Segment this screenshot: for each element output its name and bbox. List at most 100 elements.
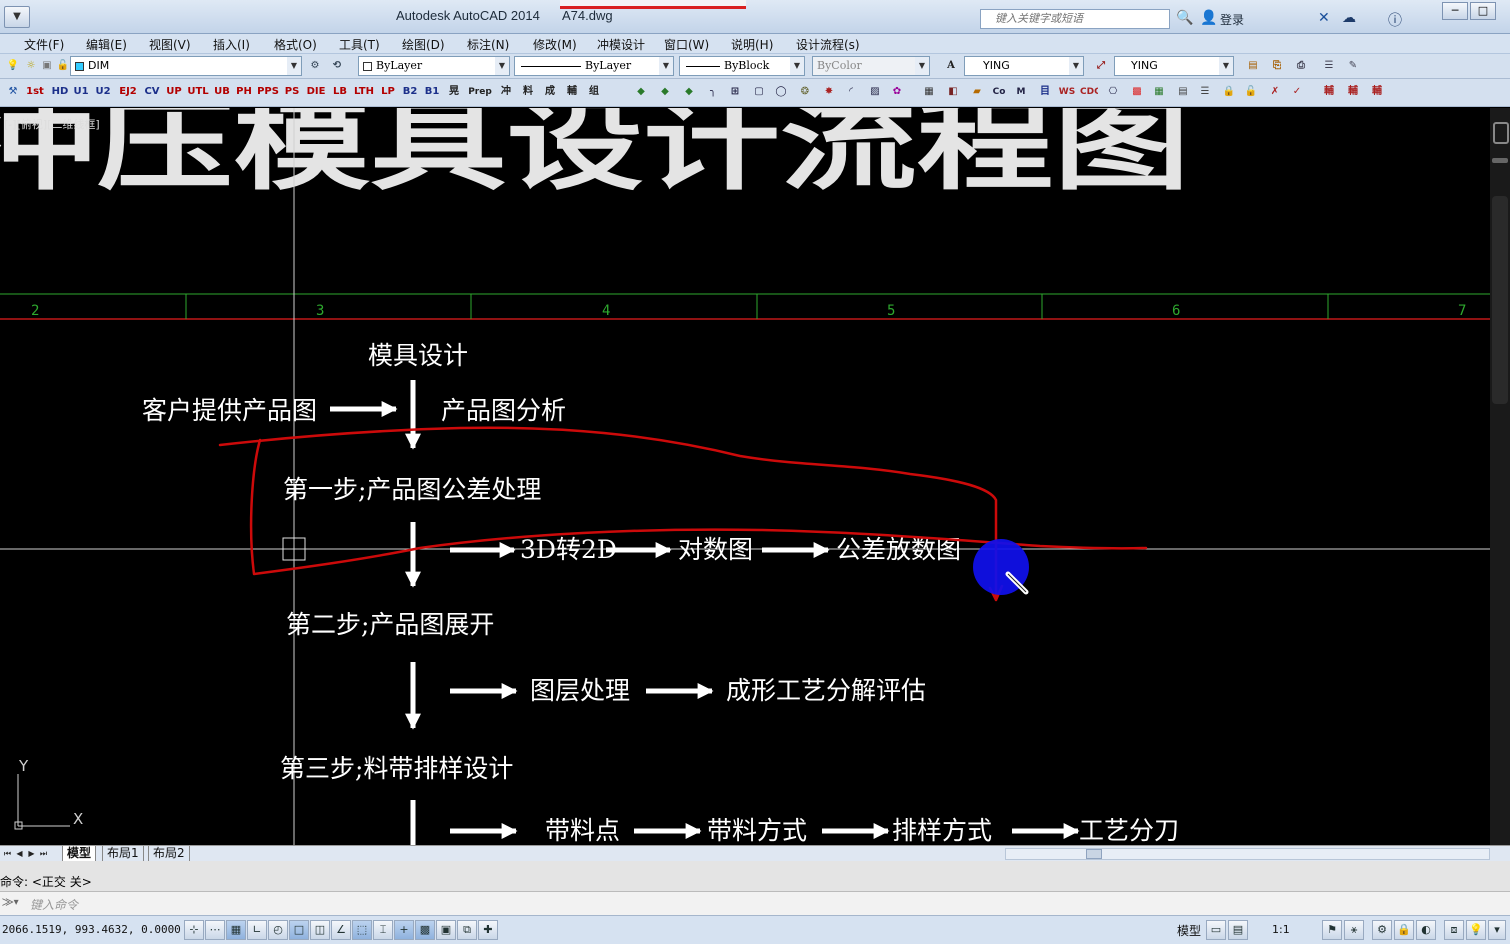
menu-edit[interactable]: 编辑(E) [86, 36, 127, 53]
light-bulb-icon[interactable]: 💡 [1466, 920, 1486, 940]
folder-icon[interactable]: ▰ [968, 83, 986, 101]
menu-draw[interactable]: 绘图(D) [402, 36, 445, 53]
tool-utl-button[interactable]: UTL [186, 83, 210, 101]
draw-tool-c-icon[interactable]: ◆ [680, 83, 698, 101]
horizontal-scrollbar[interactable] [1005, 848, 1490, 860]
toolbar-lock-icon[interactable]: 🔒 [1394, 920, 1414, 940]
linetype-dropdown[interactable]: ByLayer ▼ [514, 56, 674, 76]
tool-punch-button[interactable]: 冲 [496, 83, 516, 101]
model-space-label[interactable]: 模型 [1177, 922, 1201, 939]
mirror-icon[interactable]: M [1012, 83, 1030, 101]
table-style-icon[interactable]: ▤ [1244, 57, 1262, 75]
tool-prep-button[interactable]: Prep [466, 83, 494, 101]
3d-object-snap-icon[interactable]: ◫ [310, 920, 330, 940]
tool-forming-button[interactable]: 成 [540, 83, 560, 101]
viewport-controls-label[interactable]: [-][俯视][二维线框] [4, 116, 100, 132]
rectangle-icon[interactable]: ▢ [750, 83, 768, 101]
scrollbar-thumb[interactable] [1086, 849, 1102, 859]
ws-icon[interactable]: WS [1058, 83, 1076, 101]
grid-display-icon[interactable]: ▦ [226, 920, 246, 940]
hatch-icon[interactable]: ▨ [866, 83, 884, 101]
object-snap-icon[interactable]: □ [289, 920, 309, 940]
match-properties-icon[interactable]: ✎ [1344, 57, 1362, 75]
tool-lth-button[interactable]: LTH [352, 83, 376, 101]
menu-die-design[interactable]: 冲模设计 [597, 36, 645, 53]
layer-dropdown[interactable]: DIM ▼ [70, 56, 302, 76]
autodesk-360-icon[interactable]: ☁ [1342, 10, 1356, 26]
text-style-dropdown[interactable]: YING ▼ [964, 56, 1084, 76]
tool-show-button[interactable]: 晃 [444, 83, 464, 101]
menu-design-flow[interactable]: 设计流程(s) [796, 36, 860, 53]
menu-tools[interactable]: 工具(T) [339, 36, 380, 53]
fillet-icon[interactable]: ╮ [704, 83, 722, 101]
tool-material-button[interactable]: 料 [518, 83, 538, 101]
tool-ph-button[interactable]: PH [234, 83, 254, 101]
annotation-visibility-icon[interactable]: ⚑ [1322, 920, 1342, 940]
assist-tool-2-icon[interactable]: 輔 [1344, 83, 1362, 101]
transparency-icon[interactable]: ▩ [415, 920, 435, 940]
help-icon[interactable]: ⓘ [1388, 10, 1402, 30]
tool-ps-button[interactable]: PS [282, 83, 302, 101]
binoculars-icon[interactable]: 🔍 [1176, 10, 1193, 26]
polar-tracking-icon[interactable]: ◴ [268, 920, 288, 940]
plot-icon[interactable]: ⎙ [1292, 57, 1310, 75]
command-prompt-icon[interactable]: ⨠▾ [2, 897, 19, 908]
block-icon[interactable]: ▦ [920, 83, 938, 101]
snap-mode-icon[interactable]: ⋯ [205, 920, 225, 940]
tool-b1-button[interactable]: B1 [422, 83, 442, 101]
tool-hd-button[interactable]: HD [50, 83, 70, 101]
exchange-icon[interactable]: ✕ [1318, 10, 1330, 26]
tool-die-button[interactable]: DIE [304, 83, 328, 101]
offset-icon[interactable]: ❂ [796, 83, 814, 101]
layout-model-icon[interactable]: ▭ [1206, 920, 1226, 940]
lineweight-display-icon[interactable]: + [394, 920, 414, 940]
unlock-icon[interactable]: 🔓 [1242, 83, 1260, 101]
draw-tool-a-icon[interactable]: ◆ [632, 83, 650, 101]
tool-ej2-button[interactable]: EJ2 [116, 83, 140, 101]
restore-button[interactable]: □ [1470, 2, 1496, 20]
user-icon[interactable]: 👤 [1200, 10, 1217, 26]
first-tab-icon[interactable]: ⏮ [2, 847, 13, 860]
layer-on-icon[interactable]: 💡 [4, 57, 22, 75]
circle-icon[interactable]: ◯ [772, 83, 790, 101]
tool-y-icon[interactable]: ✓ [1288, 83, 1306, 101]
dimension-style-icon[interactable]: ⤢ [1092, 57, 1110, 75]
minimize-button[interactable]: ─ [1442, 2, 1468, 20]
tool-assist-button[interactable]: 輔 [562, 83, 582, 101]
application-menu-button[interactable]: ▼ [4, 6, 30, 28]
lineweight-dropdown[interactable]: ByBlock ▼ [679, 56, 805, 76]
draw-tool-b-icon[interactable]: ◆ [656, 83, 674, 101]
menu-insert[interactable]: 插入(I) [213, 36, 250, 53]
layer-previous-icon[interactable]: ⟲ [328, 57, 346, 75]
annotation-monitor-icon[interactable]: ✚ [478, 920, 498, 940]
trim-icon[interactable]: ⊞ [726, 83, 744, 101]
ortho-mode-icon[interactable]: ∟ [247, 920, 267, 940]
dynamic-ucs-icon[interactable]: ⬚ [352, 920, 372, 940]
dimension-style-dropdown[interactable]: YING ▼ [1114, 56, 1234, 76]
menu-file[interactable]: 文件(F) [24, 36, 64, 53]
tab-layout1[interactable]: 布局1 [102, 846, 144, 862]
tab-model[interactable]: 模型 [62, 846, 97, 862]
assist-tool-3-icon[interactable]: 輔 [1368, 83, 1386, 101]
selection-cycling-icon[interactable]: ⧉ [457, 920, 477, 940]
dynamic-input-icon[interactable]: ⌶ [373, 920, 393, 940]
status-menu-icon[interactable]: ▾ [1488, 920, 1506, 940]
color-palette-icon[interactable]: ▩ [1128, 83, 1146, 101]
auto-scale-icon[interactable]: ⚹ [1344, 920, 1364, 940]
coordinate-readout[interactable]: 2066.1519, 993.4632, 0.0000 [2, 923, 181, 936]
stack-icon[interactable]: ☰ [1196, 83, 1214, 101]
color-dropdown[interactable]: ByLayer ▼ [358, 56, 510, 76]
tool-lp-button[interactable]: LP [378, 83, 398, 101]
menu-help[interactable]: 说明(H) [731, 36, 773, 53]
menu-modify[interactable]: 修改(M) [533, 36, 577, 53]
next-tab-icon[interactable]: ▶ [26, 847, 37, 860]
viewcube-icon[interactable] [1493, 122, 1509, 144]
text-style-icon[interactable]: A [942, 57, 960, 75]
table-icon[interactable]: ▤ [1174, 83, 1192, 101]
hardware-acceleration-icon[interactable]: ◐ [1416, 920, 1436, 940]
drawing-setup-icon[interactable]: ⚒ [4, 83, 22, 101]
grid-color-icon[interactable]: ▦ [1150, 83, 1168, 101]
search-input[interactable] [980, 9, 1170, 29]
plotstyle-dropdown[interactable]: ByColor ▼ [812, 56, 930, 76]
list-icon[interactable]: 目 [1036, 83, 1054, 101]
